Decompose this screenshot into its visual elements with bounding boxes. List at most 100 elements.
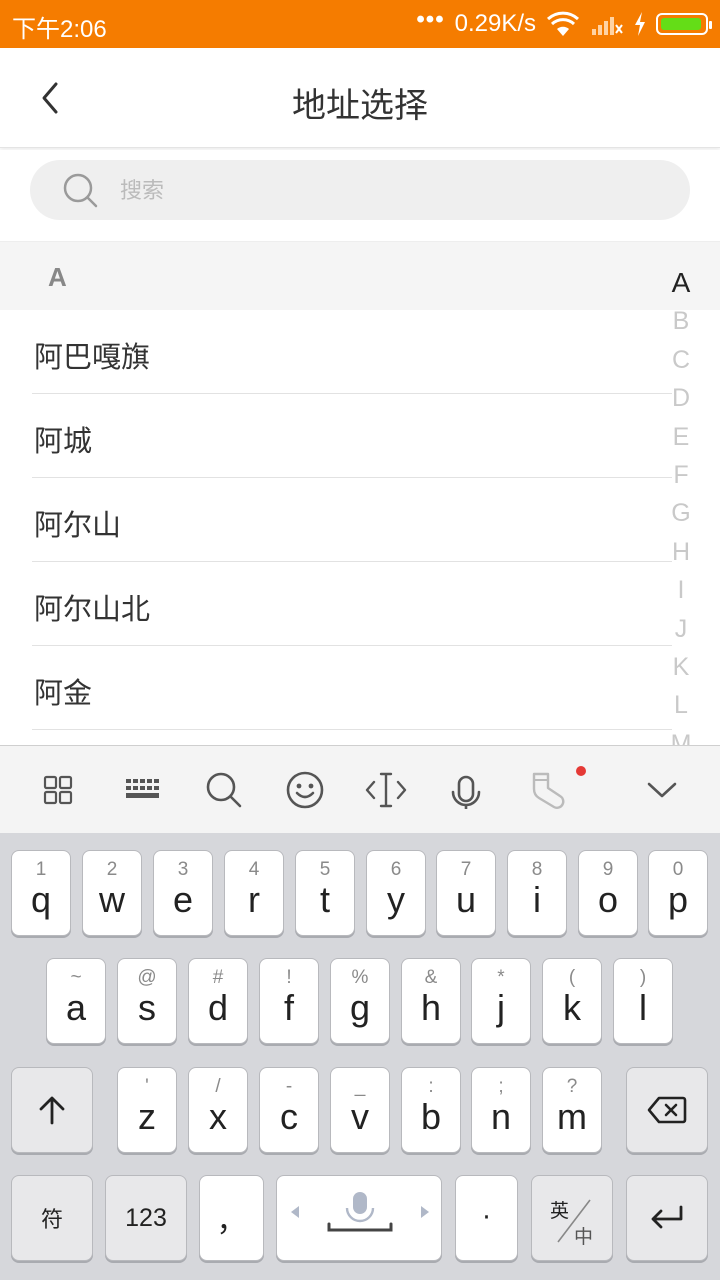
key-hint: )	[639, 967, 647, 988]
index-letter-d[interactable]: D	[642, 377, 720, 415]
lang-bottom-label: 中	[574, 1226, 594, 1248]
index-letter-a[interactable]: A	[642, 262, 720, 300]
keyboard-search-button[interactable]	[202, 768, 246, 812]
search-icon	[206, 772, 242, 808]
key-k[interactable]: (k	[542, 958, 602, 1044]
space-key[interactable]	[276, 1175, 442, 1261]
key-d[interactable]: # d	[188, 958, 248, 1044]
key-hint: 3	[177, 859, 189, 880]
comma-key[interactable]: ，	[199, 1175, 264, 1261]
search-box[interactable]	[30, 160, 690, 220]
key-q[interactable]: 1q	[11, 850, 71, 936]
key-x[interactable]: / x	[188, 1067, 248, 1153]
enter-key[interactable]	[626, 1175, 708, 1261]
backspace-key[interactable]	[626, 1067, 708, 1153]
network-speed: 0.29K/s	[454, 10, 536, 37]
backspace-icon-wrap	[627, 1068, 707, 1152]
key-label: m	[557, 1096, 587, 1137]
key-u[interactable]: 7u	[436, 850, 496, 936]
sock-icon	[532, 772, 565, 809]
index-letter-i[interactable]: I	[642, 569, 720, 607]
grid-icon	[43, 775, 73, 805]
city-name: 阿尔山北	[34, 592, 151, 626]
symbol-key[interactable]: 符	[11, 1175, 93, 1261]
list-item[interactable]: 阿巴嘎旗	[32, 310, 672, 394]
key-o[interactable]: 9o	[578, 850, 638, 936]
voice-button[interactable]	[444, 768, 488, 812]
emoji-button[interactable]	[283, 768, 327, 812]
search-input[interactable]	[120, 174, 640, 208]
charging-icon	[635, 12, 645, 36]
number-key-label: 123	[125, 1203, 167, 1232]
key-m[interactable]: ? m	[542, 1067, 602, 1153]
key-v[interactable]: _ v	[330, 1067, 390, 1153]
hide-keyboard-button[interactable]	[640, 768, 684, 812]
key-a[interactable]: ~ a	[46, 958, 106, 1044]
key-w[interactable]: 2w	[82, 850, 142, 936]
list-item[interactable]: 阿金	[32, 646, 672, 730]
index-letter-m[interactable]: M	[642, 723, 720, 746]
enter-icon	[651, 1205, 683, 1229]
key-hint: -	[285, 1076, 293, 1097]
key-hint: 6	[390, 859, 402, 880]
grid-menu-button[interactable]	[36, 768, 80, 812]
key-l[interactable]: ) l	[613, 958, 673, 1044]
signal-icon	[592, 17, 623, 35]
city-name: 阿金	[34, 676, 93, 710]
index-letter-j[interactable]: J	[642, 608, 720, 646]
key-g[interactable]: % g	[330, 958, 390, 1044]
alphabet-index-bar[interactable]: A B C D E F G H I J K L M	[642, 262, 720, 746]
index-letter-c[interactable]: C	[642, 339, 720, 377]
index-letter-e[interactable]: E	[642, 416, 720, 454]
index-letter-l[interactable]: L	[642, 684, 720, 722]
key-z[interactable]: ' z	[117, 1067, 177, 1153]
page-title: 地址选择	[292, 86, 428, 126]
cursor-edit-button[interactable]	[364, 768, 408, 812]
chevron-down-icon	[647, 782, 677, 798]
key-hint: !	[286, 967, 292, 988]
period-key[interactable]: ·	[455, 1175, 518, 1261]
list-item[interactable]: 阿城	[32, 394, 672, 478]
section-header: A	[0, 242, 720, 310]
key-h[interactable]: & h	[401, 958, 461, 1044]
space-voice-icon	[291, 1192, 429, 1232]
key-label: w	[99, 879, 125, 920]
key-r[interactable]: 4r	[224, 850, 284, 936]
key-label: s	[138, 987, 156, 1028]
city-name: 阿巴嘎旗	[34, 340, 151, 374]
key-j[interactable]: * j	[471, 958, 531, 1044]
key-c[interactable]: -c	[259, 1067, 319, 1153]
list-item[interactable]: 阿尔山	[32, 478, 672, 562]
shift-key[interactable]	[11, 1067, 93, 1153]
smiley-icon	[286, 771, 324, 809]
key-s[interactable]: @ s	[117, 958, 177, 1044]
battery-icon	[656, 13, 712, 35]
key-hint: _	[354, 1076, 366, 1097]
skin-button[interactable]	[526, 768, 570, 812]
key-label: l	[639, 987, 647, 1028]
list-item[interactable]: 阿尔山北	[32, 562, 672, 646]
key-hint: 1	[35, 859, 47, 880]
key-hint: *	[497, 967, 505, 988]
key-i[interactable]: 8i	[507, 850, 567, 936]
key-b[interactable]: :b	[401, 1067, 461, 1153]
index-letter-b[interactable]: B	[642, 300, 720, 338]
key-n[interactable]: ; n	[471, 1067, 531, 1153]
keyboard-layout-button[interactable]	[121, 768, 165, 812]
index-letter-k[interactable]: K	[642, 646, 720, 684]
key-hint: 9	[602, 859, 614, 880]
key-f[interactable]: ! f	[259, 958, 319, 1044]
index-letter-f[interactable]: F	[642, 454, 720, 492]
key-label: z	[138, 1096, 156, 1137]
key-e[interactable]: 3e	[153, 850, 213, 936]
index-letter-g[interactable]: G	[642, 492, 720, 530]
app-header: 地址选择	[0, 48, 720, 148]
key-hint: /	[215, 1076, 221, 1097]
language-toggle-key[interactable]: 英 中	[531, 1175, 613, 1261]
key-y[interactable]: 6y	[366, 850, 426, 936]
key-p[interactable]: 0p	[648, 850, 708, 936]
key-t[interactable]: 5t	[295, 850, 355, 936]
status-time: 下午2:06	[12, 16, 107, 43]
number-key[interactable]: 123	[105, 1175, 187, 1261]
index-letter-h[interactable]: H	[642, 531, 720, 569]
